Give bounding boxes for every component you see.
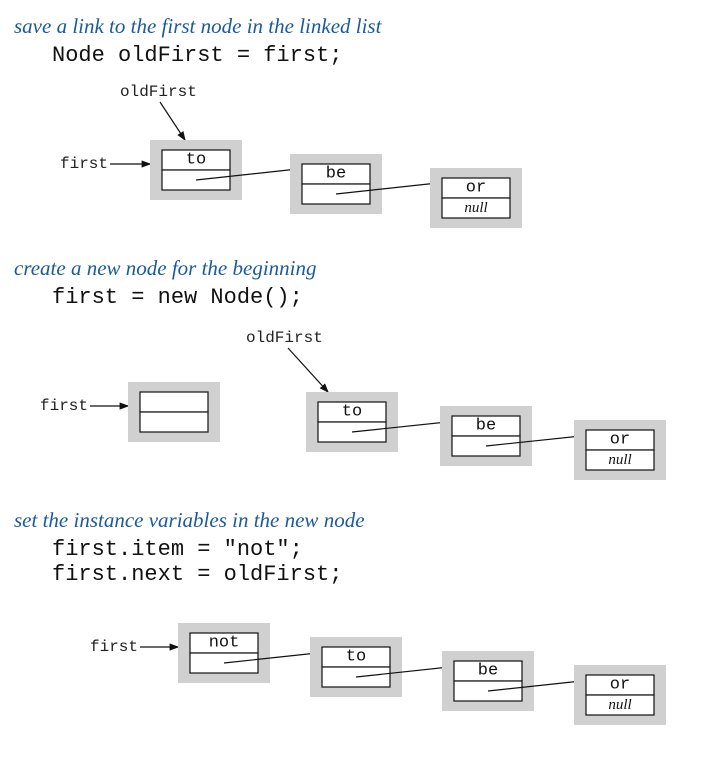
node-2: to xyxy=(310,637,402,697)
step2-caption: create a new node for the beginning xyxy=(14,256,703,281)
node-1 xyxy=(128,382,220,442)
node-1: not xyxy=(178,623,270,683)
node-2: be xyxy=(290,154,382,214)
oldfirst-label: oldFirst xyxy=(246,329,323,347)
node-2-item: be xyxy=(326,165,346,184)
step3-diagram: first not to be or null xyxy=(10,597,703,747)
node-1: to xyxy=(150,140,242,200)
node-4-item: or xyxy=(610,676,630,695)
oldfirst-label: oldFirst xyxy=(120,83,197,101)
node-3-next: null xyxy=(464,200,487,216)
node-3: be xyxy=(440,406,532,466)
first-label: first xyxy=(40,397,88,415)
node-4-next: null xyxy=(608,452,631,468)
node-4: or null xyxy=(574,420,666,480)
oldfirst-arrow xyxy=(288,348,328,392)
node-2-item: to xyxy=(346,648,366,667)
node-1-item: to xyxy=(186,151,206,170)
step1-diagram: oldFirst first to be or null xyxy=(10,78,703,238)
node-4-item: or xyxy=(610,431,630,450)
first-label: first xyxy=(90,638,138,656)
step2-diagram: oldFirst first to be or null xyxy=(10,320,703,490)
node-4-next: null xyxy=(608,697,631,713)
step3-caption: set the instance variables in the new no… xyxy=(14,508,703,533)
step1-code: Node oldFirst = first; xyxy=(52,43,703,68)
node-4: or null xyxy=(574,665,666,725)
node-2-item: to xyxy=(342,403,362,422)
oldfirst-arrow xyxy=(160,102,185,140)
node-3: or null xyxy=(430,168,522,228)
step1-caption: save a link to the first node in the lin… xyxy=(14,14,703,39)
step2-code: first = new Node(); xyxy=(52,285,703,310)
node-3-item: be xyxy=(478,662,498,681)
node-2: to xyxy=(306,392,398,452)
first-label: first xyxy=(60,155,108,173)
node-1-item: not xyxy=(209,634,240,653)
node-3-item: be xyxy=(476,417,496,436)
node-3: be xyxy=(442,651,534,711)
node-3-item: or xyxy=(466,179,486,198)
step3-code: first.item = "not"; first.next = oldFirs… xyxy=(52,537,703,587)
